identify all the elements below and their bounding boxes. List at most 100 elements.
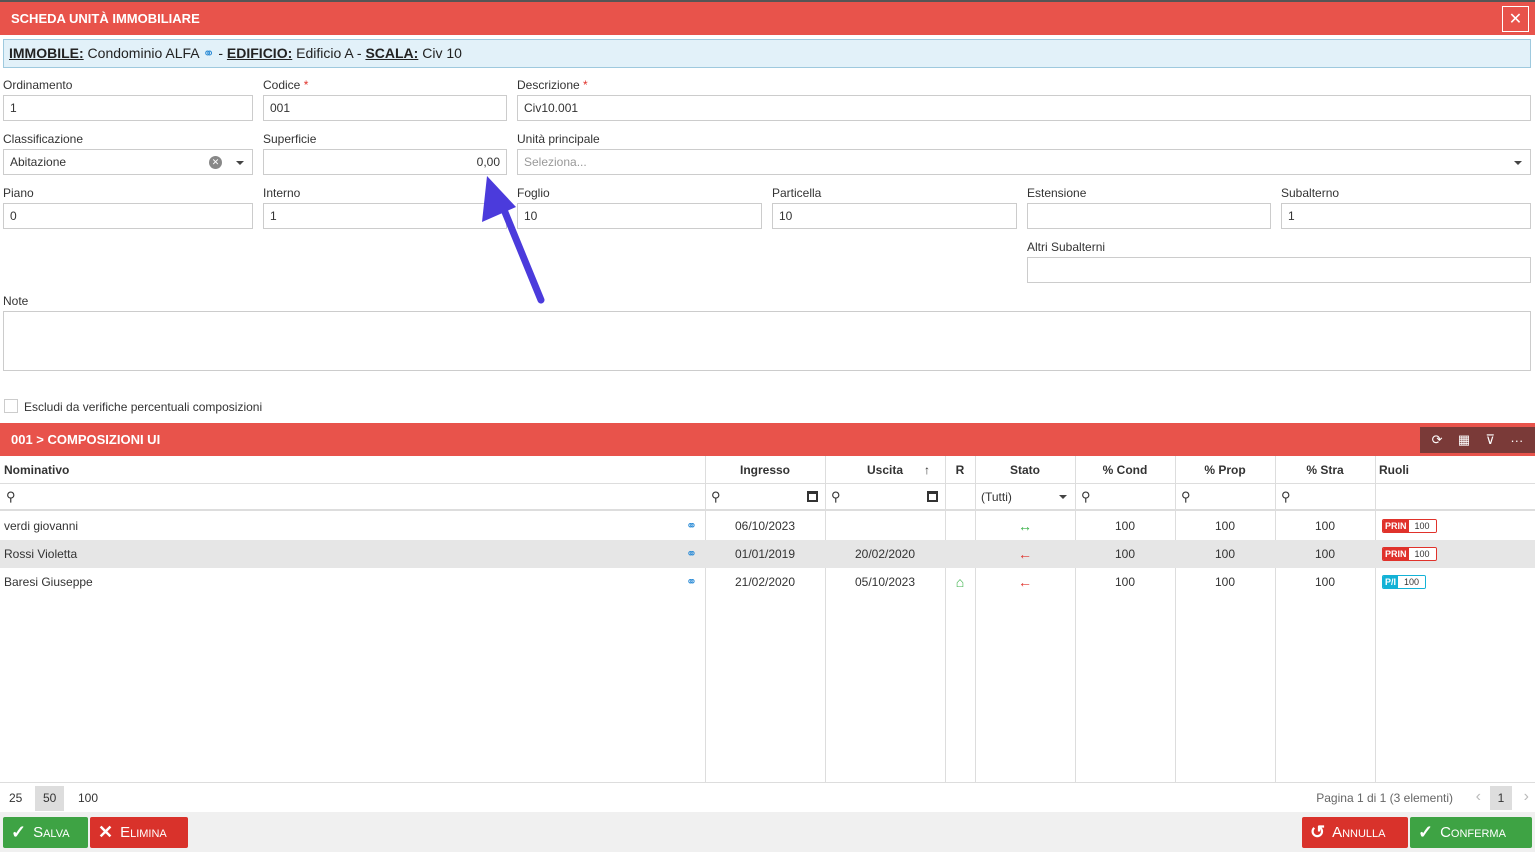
grid-toolbar: ⟳ ▦ ⊽ ···	[1420, 427, 1535, 453]
col-stato[interactable]: Stato	[975, 456, 1075, 483]
col-stra[interactable]: % Stra	[1275, 456, 1375, 483]
descrizione-label: Descrizione *	[517, 78, 588, 92]
piano-input[interactable]: 0	[3, 203, 253, 229]
superficie-label: Superficie	[263, 132, 317, 146]
cell-prop: 100	[1214, 547, 1236, 561]
note-textarea[interactable]	[3, 311, 1531, 371]
search-icon[interactable]: ⚲	[1177, 484, 1195, 509]
cell-nominativo: Baresi Giuseppe	[4, 575, 93, 589]
immobile-value: Condominio ALFA	[87, 45, 199, 61]
chevron-down-icon[interactable]	[1059, 495, 1067, 499]
filter-icon[interactable]: ⊽	[1485, 432, 1495, 448]
page-info: Pagina 1 di 1 (3 elementi)	[1316, 791, 1453, 805]
particella-label: Particella	[772, 186, 822, 200]
link-icon[interactable]: ⚭	[682, 568, 701, 596]
composizioni-header: 001 > COMPOSIZIONI UI ⟳ ▦ ⊽ ···	[0, 423, 1535, 456]
annulla-button[interactable]: ↺ Annulla	[1302, 817, 1408, 848]
ruolo-badge: PRIN 100	[1378, 540, 1528, 568]
col-ruoli[interactable]: Ruoli	[1375, 456, 1535, 483]
search-icon[interactable]: ⚲	[1277, 484, 1295, 509]
prev-page-icon[interactable]: ‹	[1476, 788, 1481, 806]
cell-cond: 100	[1114, 575, 1136, 589]
subalterno-input[interactable]: 1	[1281, 203, 1531, 229]
calendar-icon[interactable]	[807, 491, 818, 502]
escludi-checkbox[interactable]	[4, 399, 18, 413]
columns-icon[interactable]: ▦	[1458, 432, 1470, 448]
classificazione-select[interactable]: Abitazione ✕	[3, 149, 253, 175]
close-icon: ✕	[1508, 11, 1523, 28]
cell-uscita	[825, 512, 945, 540]
stato-bidirectional-icon: ↔	[1018, 518, 1032, 534]
classificazione-value: Abitazione	[10, 155, 67, 169]
calendar-icon[interactable]	[927, 491, 938, 502]
interno-input[interactable]: 1	[263, 203, 507, 229]
col-r[interactable]: R	[945, 456, 975, 483]
classificazione-label: Classificazione	[3, 132, 84, 146]
refresh-icon[interactable]: ⟳	[1432, 432, 1443, 448]
close-icon: ✕	[98, 822, 114, 842]
cell-prop: 100	[1214, 575, 1236, 589]
home-transfer-icon: ⌂	[955, 574, 965, 590]
codice-input[interactable]: 001	[263, 95, 507, 121]
col-ingresso[interactable]: Ingresso	[705, 456, 825, 483]
descrizione-input[interactable]: Civ10.001	[517, 95, 1531, 121]
interno-label: Interno	[263, 186, 301, 200]
table-row[interactable]: Rossi Violetta ⚭ 01/01/2019 20/02/2020 ←…	[0, 540, 1535, 568]
unita-principale-select[interactable]: Seleziona...	[517, 149, 1531, 175]
cell-stra: 100	[1314, 519, 1336, 533]
unita-principale-label: Unità principale	[517, 132, 600, 146]
grid-pager: 25 50 100 Pagina 1 di 1 (3 elementi) ‹ 1…	[0, 782, 1535, 812]
conferma-button[interactable]: ✓ Conferma	[1410, 817, 1532, 848]
link-icon[interactable]: ⚭	[682, 540, 701, 568]
ordinamento-input[interactable]: 1	[3, 95, 253, 121]
search-icon[interactable]: ⚲	[1077, 484, 1095, 509]
foglio-label: Foglio	[517, 186, 550, 200]
elimina-button[interactable]: ✕ Elimina	[90, 817, 188, 848]
window-titlebar: SCHEDA UNITÀ IMMOBILIARE ✕	[0, 0, 1535, 35]
next-page-icon[interactable]: ›	[1524, 788, 1529, 806]
page-size-50[interactable]: 50	[35, 786, 65, 811]
col-nominativo[interactable]: Nominativo	[0, 456, 705, 483]
codice-label: Codice *	[263, 78, 309, 92]
cell-r	[945, 540, 975, 568]
cell-uscita: 05/10/2023	[854, 575, 916, 589]
window-title: SCHEDA UNITÀ IMMOBILIARE	[11, 11, 200, 26]
estensione-label: Estensione	[1027, 186, 1087, 200]
unita-principale-placeholder: Seleziona...	[524, 155, 587, 169]
page-size-100[interactable]: 100	[70, 786, 106, 811]
search-icon[interactable]: ⚲	[2, 484, 20, 509]
note-label: Note	[3, 294, 29, 308]
cell-prop: 100	[1214, 519, 1236, 533]
stato-filter-select[interactable]: (Tutti)	[977, 487, 1073, 508]
chevron-down-icon[interactable]	[236, 161, 244, 165]
table-row[interactable]: verdi giovanni ⚭ 06/10/2023 ↔ 100 100 10…	[0, 512, 1535, 540]
property-info-bar: IMMOBILE: Condominio ALFA ⚭ - EDIFICIO: …	[3, 39, 1531, 68]
col-cond[interactable]: % Cond	[1075, 456, 1175, 483]
cell-ingresso: 06/10/2023	[734, 519, 796, 533]
check-icon: ✓	[11, 822, 27, 842]
grid-filter-row: ⚲ ⚲ ⚲ (Tutti) ⚲ ⚲ ⚲	[0, 484, 1535, 511]
stato-exit-icon: ←	[1018, 546, 1032, 562]
col-prop[interactable]: % Prop	[1175, 456, 1275, 483]
particella-input[interactable]: 10	[772, 203, 1017, 229]
clear-icon[interactable]: ✕	[209, 156, 222, 169]
superficie-input[interactable]: 0,00	[263, 149, 507, 175]
page-number[interactable]: 1	[1490, 786, 1512, 810]
foglio-input[interactable]: 10	[517, 203, 762, 229]
salva-button[interactable]: ✓ Salva	[3, 817, 88, 848]
chevron-down-icon[interactable]	[1514, 161, 1522, 165]
search-icon[interactable]: ⚲	[827, 484, 845, 509]
altri-subalterni-input[interactable]	[1027, 257, 1531, 283]
page-size-25[interactable]: 25	[1, 786, 30, 811]
more-icon[interactable]: ···	[1510, 433, 1523, 448]
close-button[interactable]: ✕	[1502, 6, 1529, 32]
link-icon[interactable]: ⚭	[682, 512, 701, 540]
stato-filter-value: (Tutti)	[981, 490, 1012, 504]
link-icon[interactable]: ⚭	[203, 45, 215, 61]
search-icon[interactable]: ⚲	[707, 484, 725, 509]
ordinamento-label: Ordinamento	[3, 78, 73, 92]
table-row[interactable]: Baresi Giuseppe ⚭ 21/02/2020 05/10/2023 …	[0, 568, 1535, 596]
cell-stra: 100	[1314, 575, 1336, 589]
estensione-input[interactable]	[1027, 203, 1271, 229]
grid-header-row: Nominativo Ingresso Uscita ↑ R Stato % C…	[0, 456, 1535, 484]
